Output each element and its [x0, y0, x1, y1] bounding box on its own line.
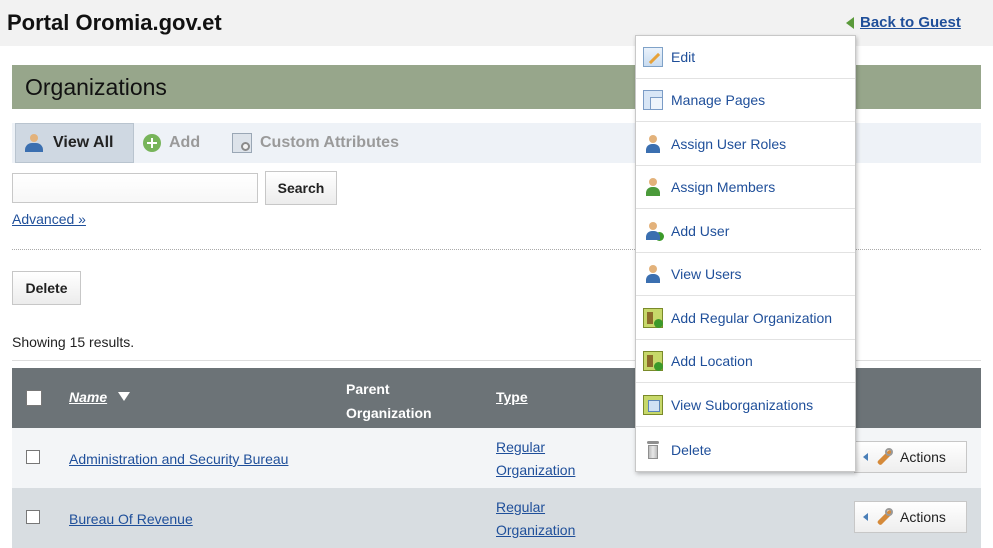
add-button[interactable]: Add: [143, 123, 200, 163]
add-label: Add: [169, 134, 201, 151]
row-checkbox[interactable]: [26, 450, 40, 464]
sort-desc-icon: [118, 392, 130, 401]
menu-item-label: View Suborganizations: [671, 397, 814, 413]
actions-label: Actions: [900, 449, 946, 465]
table-row: Bureau Of Revenue Regular Organization A…: [12, 488, 981, 548]
delete-button[interactable]: Delete: [12, 271, 81, 305]
type-column-header[interactable]: Type: [496, 389, 528, 405]
view-all-button[interactable]: View All: [15, 123, 134, 163]
custom-attributes-icon: [232, 133, 252, 153]
users-icon: [23, 132, 45, 154]
page-title: Organizations: [25, 74, 167, 100]
menu-item-label: View Users: [671, 266, 742, 282]
organization-type-link[interactable]: Regular Organization: [496, 496, 596, 542]
back-to-guest-label: Back to Guest: [860, 14, 961, 31]
menu-item-delete[interactable]: Delete: [636, 428, 855, 471]
menu-item-label: Edit: [671, 49, 696, 65]
menu-item-label: Add User: [671, 223, 730, 239]
menu-item-manage-pages[interactable]: Manage Pages: [636, 79, 855, 122]
menu-item-label: Assign Members: [671, 179, 776, 195]
user-roles-icon: [643, 134, 663, 154]
custom-attributes-label: Custom Attributes: [260, 134, 399, 151]
menu-item-assign-members[interactable]: Assign Members: [636, 166, 855, 209]
organization-name-link[interactable]: Bureau Of Revenue: [69, 511, 193, 527]
menu-item-view-users[interactable]: View Users: [636, 253, 855, 296]
parent-organization-column-header: Parent Organization: [346, 381, 432, 421]
back-arrow-icon: [846, 16, 854, 29]
search-input[interactable]: [12, 173, 258, 203]
menu-item-edit[interactable]: Edit: [636, 36, 855, 79]
add-user-icon: [643, 221, 664, 241]
menu-item-view-suborganizations[interactable]: View Suborganizations: [636, 384, 855, 427]
row-checkbox[interactable]: [26, 510, 40, 524]
actions-button[interactable]: Actions: [854, 501, 967, 533]
select-all-checkbox[interactable]: [26, 390, 42, 406]
add-icon: [143, 134, 161, 152]
actions-label: Actions: [900, 509, 946, 525]
wrench-icon: [874, 508, 894, 526]
search-button[interactable]: Search: [265, 171, 337, 205]
site-title: Portal Oromia.gov.et: [7, 10, 222, 35]
actions-button[interactable]: Actions: [854, 441, 967, 473]
suborganizations-icon: [643, 395, 663, 415]
assign-members-icon: [643, 177, 663, 197]
menu-item-label: Assign User Roles: [671, 136, 787, 152]
actions-dropdown-menu: Edit Manage Pages Assign User Roles Assi…: [635, 35, 856, 472]
chevron-left-icon: [863, 453, 868, 461]
menu-item-add-user[interactable]: Add User: [636, 210, 855, 253]
menu-item-label: Manage Pages: [671, 92, 766, 108]
name-column-header[interactable]: Name: [69, 389, 107, 405]
menu-item-label: Delete: [671, 441, 712, 458]
trash-icon: [643, 440, 663, 460]
advanced-search-link[interactable]: Advanced »: [12, 211, 86, 227]
pages-icon: [643, 90, 663, 110]
edit-icon: [643, 47, 663, 67]
menu-item-label: Add Regular Organization: [671, 310, 833, 326]
chevron-left-icon: [863, 513, 868, 521]
organization-type-link[interactable]: Regular Organization: [496, 436, 596, 482]
menu-item-add-location[interactable]: Add Location: [636, 340, 855, 383]
menu-item-add-regular-organization[interactable]: Add Regular Organization: [636, 297, 855, 340]
add-organization-icon: [643, 308, 663, 328]
menu-item-label: Add Location: [671, 353, 753, 369]
view-all-label: View All: [53, 134, 114, 151]
add-location-icon: [643, 351, 663, 371]
view-users-icon: [643, 264, 663, 284]
menu-item-assign-user-roles[interactable]: Assign User Roles: [636, 123, 855, 166]
results-count: Showing 15 results.: [12, 334, 135, 350]
wrench-icon: [874, 448, 894, 466]
back-to-guest-link[interactable]: Back to Guest: [846, 14, 961, 31]
custom-attributes-button[interactable]: Custom Attributes: [232, 123, 399, 163]
organization-name-link[interactable]: Administration and Security Bureau: [69, 451, 288, 467]
